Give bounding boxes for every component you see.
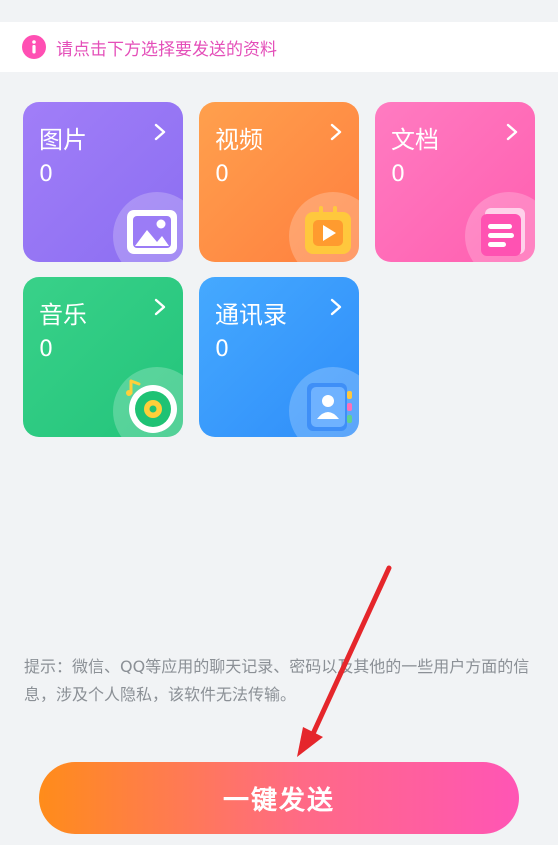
category-count: 0 [39, 162, 53, 187]
chevron-right-icon [154, 298, 166, 316]
chevron-right-icon [330, 298, 342, 316]
category-tile-contacts[interactable]: 通讯录 0 [199, 277, 359, 437]
send-data-screen: 请点击下方选择要发送的资料 图片 0 视频 0 文档 0 音乐 0 通讯录 0 … [0, 0, 558, 845]
category-title: 文档 [391, 126, 439, 154]
category-title: 图片 [39, 126, 87, 154]
category-tile-documents[interactable]: 文档 0 [375, 102, 535, 262]
document-icon [481, 208, 525, 256]
chevron-right-icon [154, 123, 166, 141]
chevron-right-icon [330, 123, 342, 141]
music-disc-icon [126, 379, 177, 433]
one-click-send-button[interactable]: 一键发送 [39, 762, 519, 834]
category-title: 通讯录 [215, 301, 287, 329]
category-title: 视频 [215, 126, 263, 154]
category-tile-pictures[interactable]: 图片 0 [23, 102, 183, 262]
image-icon [127, 210, 177, 254]
category-count: 0 [215, 337, 229, 362]
notice-text: 请点击下方选择要发送的资料 [56, 39, 277, 60]
video-play-icon [305, 206, 351, 254]
category-count: 0 [215, 162, 229, 187]
category-count: 0 [39, 337, 53, 362]
category-count: 0 [391, 162, 405, 187]
category-tile-music[interactable]: 音乐 0 [23, 277, 183, 437]
privacy-hint: 提示：微信、QQ等应用的聊天记录、密码以及其他的一些用户方面的信息，涉及个人隐私… [24, 657, 530, 704]
contacts-book-icon [307, 383, 352, 431]
category-tile-videos[interactable]: 视频 0 [199, 102, 359, 262]
notice-bar: 请点击下方选择要发送的资料 [0, 22, 558, 72]
chevron-right-icon [506, 123, 518, 141]
info-icon [22, 35, 46, 59]
category-title: 音乐 [39, 301, 87, 329]
